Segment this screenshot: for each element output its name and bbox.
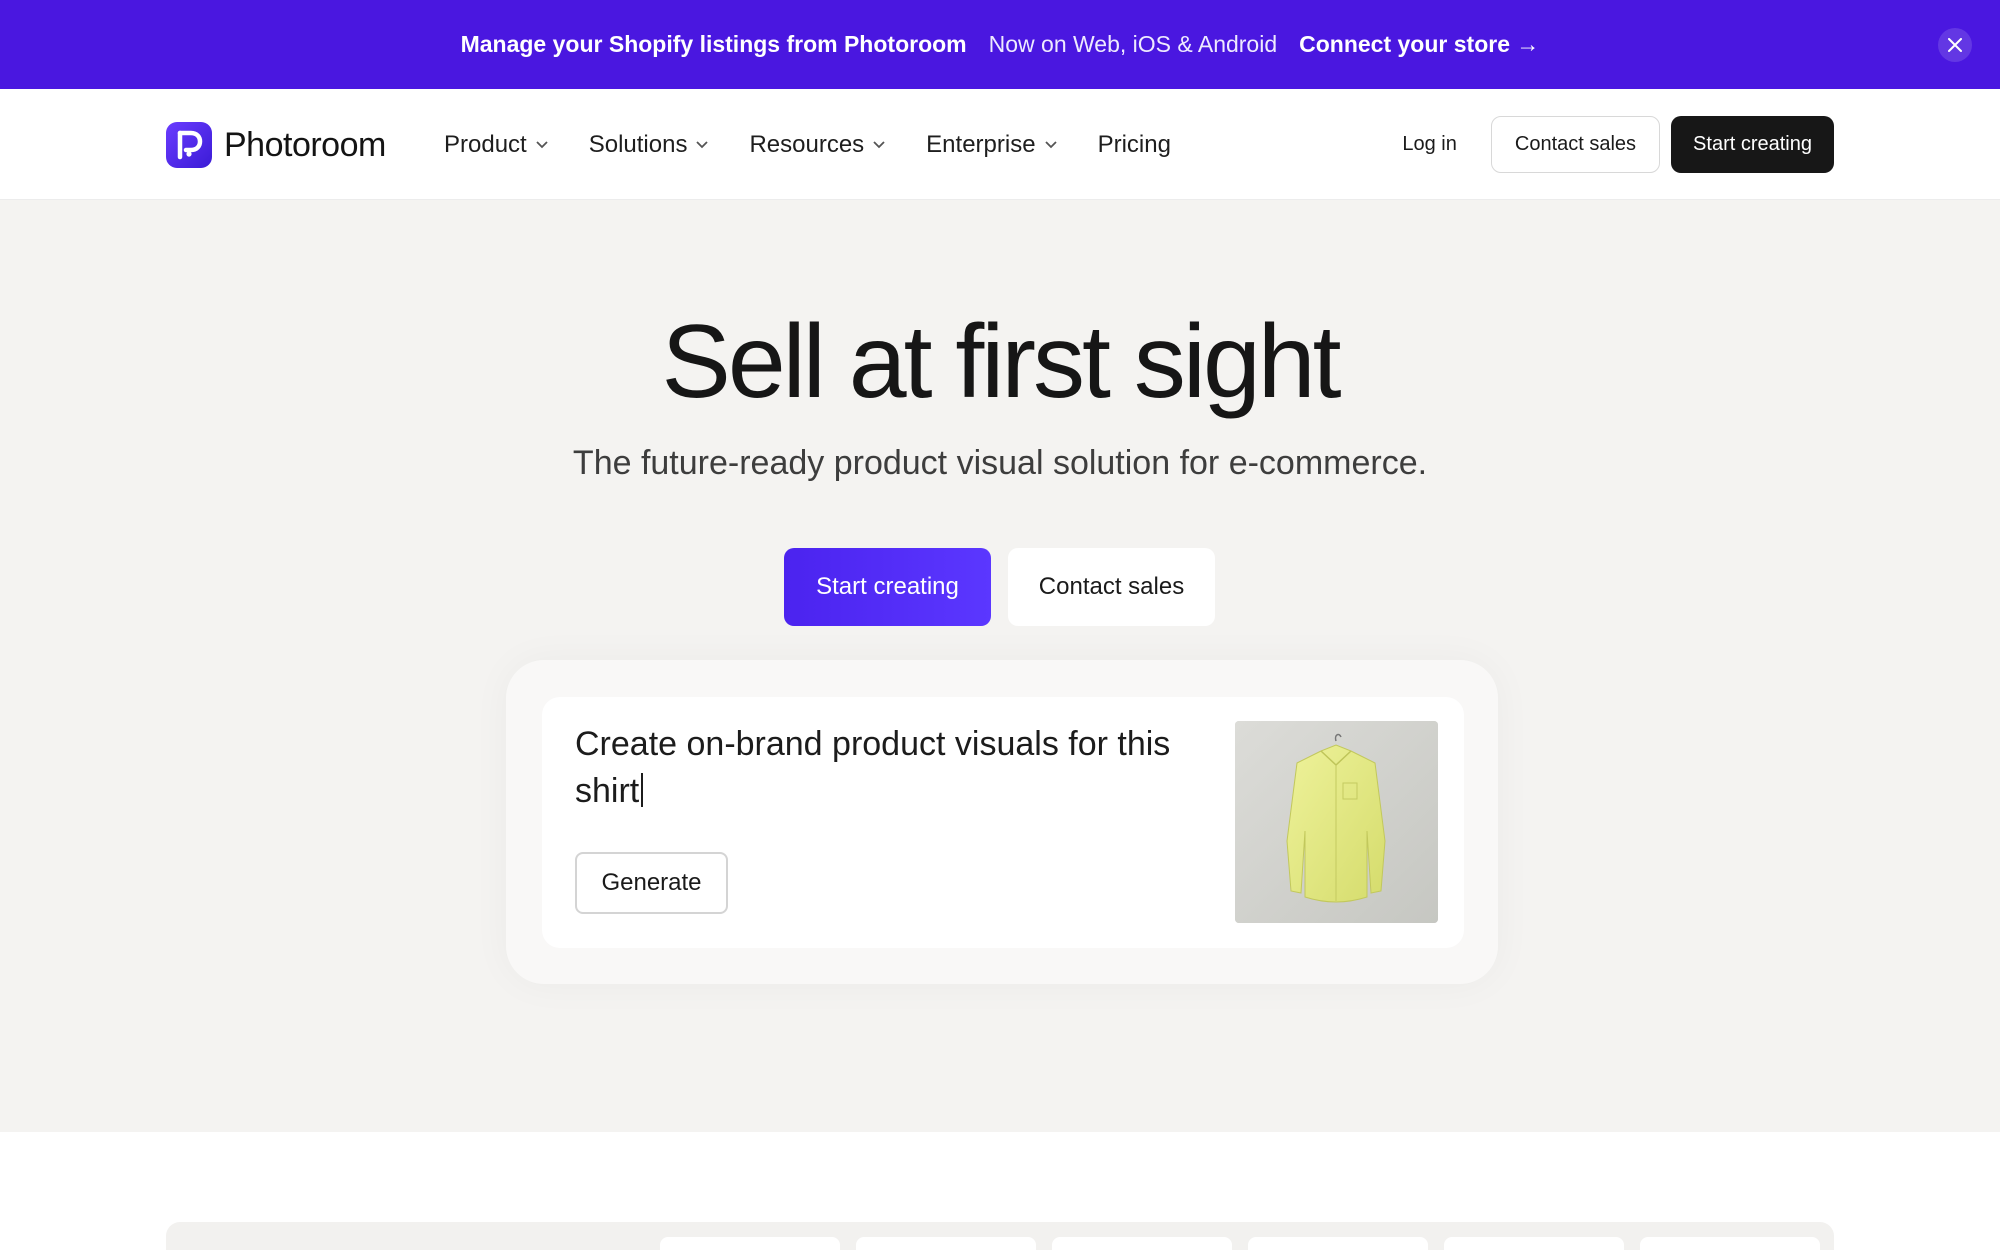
announcement-platforms: Now on Web, iOS & Android	[988, 31, 1278, 57]
logo-chip	[1640, 1237, 1820, 1250]
chevron-down-icon	[1044, 140, 1058, 149]
header-actions: Log in Contact sales Start creating	[1402, 116, 1834, 173]
login-link[interactable]: Log in	[1402, 133, 1457, 156]
logo-chip	[660, 1237, 840, 1250]
hero-cta-group: Start creating Contact sales	[784, 548, 1215, 626]
brand-name: Photoroom	[224, 125, 386, 164]
product-image-shirt	[1235, 721, 1438, 923]
start-creating-button[interactable]: Start creating	[1671, 116, 1834, 173]
logos-strip	[166, 1222, 1834, 1250]
nav-label: Pricing	[1097, 130, 1171, 158]
prompt-text: Create on-brand product visuals for this…	[575, 725, 1171, 810]
nav-label: Resources	[749, 130, 865, 158]
logos-section	[0, 1132, 2000, 1250]
hero-start-creating-button[interactable]: Start creating	[784, 548, 991, 626]
nav-label: Product	[444, 130, 527, 158]
nav-item-enterprise[interactable]: Enterprise	[926, 131, 1057, 159]
announcement-text: Manage your Shopify listings from Photor…	[460, 31, 967, 57]
hero-subtitle: The future-ready product visual solution…	[572, 444, 1428, 482]
logo-chip	[1052, 1237, 1232, 1250]
site-header: Photoroom Product Solutions Resources En…	[0, 89, 2000, 200]
contact-sales-button[interactable]: Contact sales	[1490, 116, 1661, 173]
chevron-down-icon	[872, 140, 886, 149]
hero-contact-sales-button[interactable]: Contact sales	[1008, 548, 1215, 626]
close-icon	[1948, 38, 1962, 52]
nav-label: Solutions	[588, 130, 688, 158]
logo[interactable]: Photoroom	[166, 122, 386, 168]
logo-chip	[1444, 1237, 1624, 1250]
prompt-input[interactable]: Create on-brand product visuals for this…	[575, 721, 1195, 815]
photoroom-logo-icon	[166, 122, 212, 168]
generate-button[interactable]: Generate	[575, 852, 728, 914]
nav-item-product[interactable]: Product	[444, 131, 549, 159]
prompt-card: Create on-brand product visuals for this…	[542, 697, 1464, 948]
nav-item-pricing[interactable]: Pricing	[1098, 131, 1171, 159]
close-announcement-button[interactable]	[1938, 28, 1972, 62]
nav-item-resources[interactable]: Resources	[749, 131, 886, 159]
connect-store-link[interactable]: Connect your store →	[1299, 31, 1539, 58]
nav-item-solutions[interactable]: Solutions	[589, 131, 710, 159]
chevron-down-icon	[535, 140, 549, 149]
hero-title: Sell at first sight	[661, 304, 1341, 420]
logo-chip	[856, 1237, 1036, 1250]
logo-chip	[1248, 1237, 1428, 1250]
text-cursor	[641, 773, 644, 807]
nav-label: Enterprise	[926, 130, 1036, 158]
announcement-bar: Manage your Shopify listings from Photor…	[0, 0, 2000, 89]
chevron-down-icon	[695, 140, 709, 149]
main-nav: Product Solutions Resources Enterprise P…	[444, 89, 1211, 200]
